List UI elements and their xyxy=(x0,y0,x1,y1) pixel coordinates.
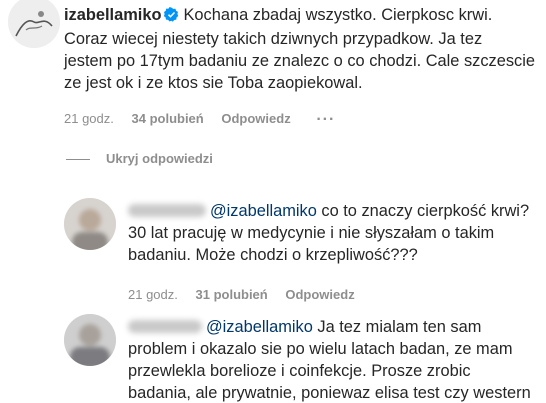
comment-text: izabellamiko Kochana zbadaj wszystko. Cie… xyxy=(64,4,544,94)
avatar[interactable] xyxy=(64,314,116,366)
comment-line: Kochana zbadaj wszystko. Cierpkosc krwi. xyxy=(183,6,493,24)
reply-meta: 21 godz. 31 polubień Odpowiedz xyxy=(128,287,369,302)
reply-button[interactable]: Odpowiedz xyxy=(285,287,354,302)
comment-time[interactable]: 21 godz. xyxy=(64,111,114,126)
reply-text: @izabellamiko Ja tez mialam ten sam prob… xyxy=(128,316,544,403)
comment-username[interactable]: izabellamiko xyxy=(64,6,161,24)
divider-line xyxy=(66,159,90,161)
reply-line: co to znaczy cierpkość krwi? xyxy=(316,202,530,220)
reply-line: badaniu. Może chodzi o krzepliwość??? xyxy=(128,246,418,264)
likes-count[interactable]: 31 polubień xyxy=(196,287,268,302)
verified-badge-icon xyxy=(164,6,179,28)
avatar[interactable] xyxy=(8,0,60,48)
reply-time[interactable]: 21 godz. xyxy=(128,287,178,302)
comments-panel: izabellamiko Kochana zbadaj wszystko. Cie… xyxy=(0,0,546,403)
hide-replies-label: Ukryj odpowiedzi xyxy=(106,151,213,166)
likes-count[interactable]: 34 polubień xyxy=(132,111,204,126)
reply-line: badania, ale prywatnie, poniewaz elisa t… xyxy=(128,384,531,402)
comment-meta: 21 godz. 34 polubień Odpowiedz ··· xyxy=(64,111,349,129)
reply-text: @izabellamiko co to znaczy cierpkość krw… xyxy=(128,200,544,266)
reply-line: Ja tez mialam ten sam xyxy=(312,318,482,336)
avatar[interactable] xyxy=(64,198,116,250)
mention-link[interactable]: @izabellamiko xyxy=(210,202,317,220)
avatar-image xyxy=(64,314,116,366)
mention-link[interactable]: @izabellamiko xyxy=(206,318,313,336)
avatar-image xyxy=(8,0,60,48)
reply-username-blurred[interactable] xyxy=(128,204,206,217)
hide-replies-button[interactable]: Ukryj odpowiedzi xyxy=(66,151,213,166)
reply-line: przewlekla borelioze i coinfekcje. Prosz… xyxy=(128,362,471,380)
comment-line: ze jest ok i ze ktos sie Toba zaopiekowa… xyxy=(64,74,363,92)
reply-line: problem i okazalo sie po wielu latach ba… xyxy=(128,340,513,358)
avatar-image xyxy=(64,198,116,250)
comment-line: Coraz wiecej niestety takich dziwnych pr… xyxy=(64,30,483,48)
reply-button[interactable]: Odpowiedz xyxy=(221,111,290,126)
reply-line: 30 lat pracuję w medycynie i nie słyszał… xyxy=(128,224,495,242)
more-options-icon[interactable]: ··· xyxy=(316,111,335,128)
comment-line: jestem po 17tym badaniu ze znalezc o co … xyxy=(64,52,536,70)
reply-username-blurred[interactable] xyxy=(128,320,202,333)
